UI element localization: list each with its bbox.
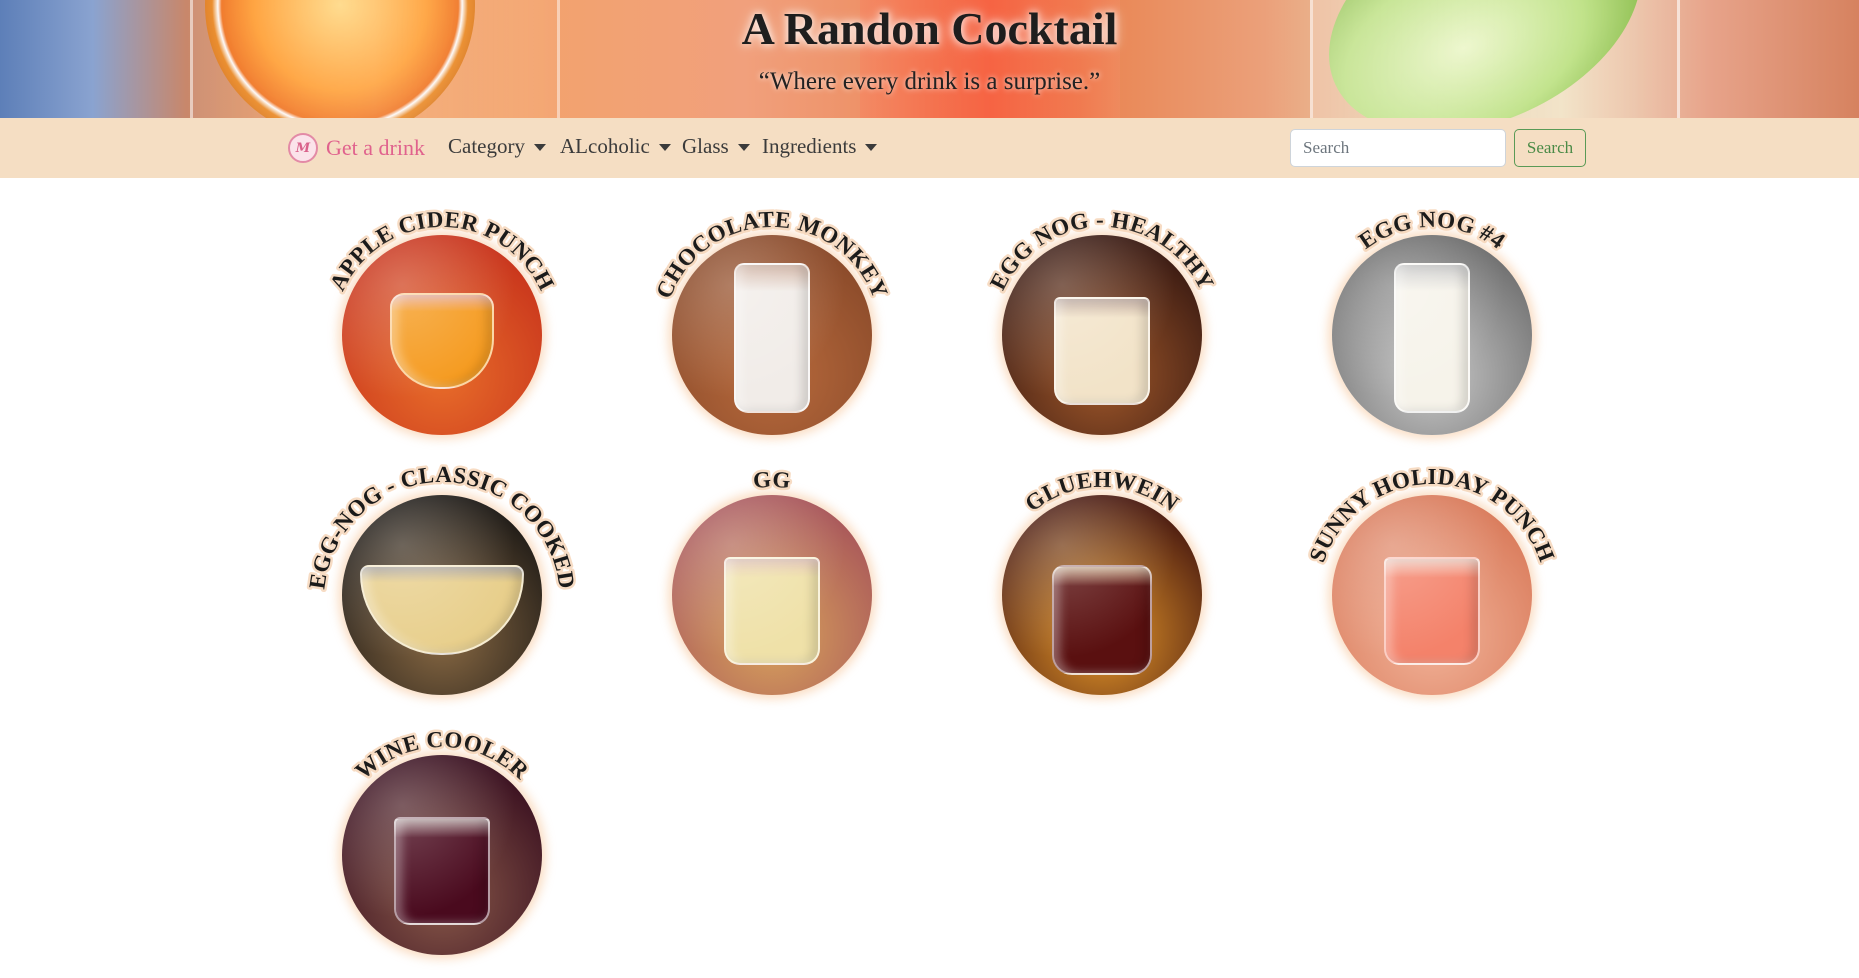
brand-logo-icon: M	[288, 133, 318, 163]
drink-card[interactable]: EGG-NOG - CLASSIC COOKED	[302, 455, 582, 695]
drink-card[interactable]: CHOCOLATE MONKEY	[642, 195, 902, 435]
nav-dropdown-alcoholic[interactable]: ALcoholic	[560, 134, 671, 159]
drink-photo	[1002, 495, 1202, 695]
drink-card[interactable]: SUNNY HOLIDAY PUNCH	[1302, 455, 1562, 695]
drink-photo	[1002, 235, 1202, 435]
caret-down-icon	[533, 144, 546, 151]
search-button[interactable]: Search	[1514, 129, 1586, 167]
nav-dropdown-label: Glass	[682, 134, 729, 158]
drink-photo	[342, 235, 542, 435]
hero-banner: A Randon Cocktail “Where every drink is …	[0, 0, 1859, 118]
drink-photo	[1332, 495, 1532, 695]
brand-label: Get a drink	[326, 135, 425, 160]
drink-card[interactable]: WINE COOLER	[312, 715, 572, 955]
drink-photo	[672, 495, 872, 695]
drink-photo	[342, 495, 542, 695]
drink-card[interactable]: EGG NOG #4	[1302, 195, 1562, 435]
drink-card[interactable]: GLUEHWEIN	[972, 455, 1232, 695]
drink-photo	[1332, 235, 1532, 435]
caret-down-icon	[737, 144, 750, 151]
drink-name: GG	[750, 464, 794, 495]
nav-dropdown-label: ALcoholic	[560, 134, 650, 158]
caret-down-icon	[865, 144, 878, 151]
caret-down-icon	[658, 144, 671, 151]
navbar: M Get a drink Category ALcoholic Glass I…	[0, 118, 1859, 178]
page-title: A Randon Cocktail	[741, 3, 1118, 54]
nav-dropdown-glass[interactable]: Glass	[682, 134, 750, 159]
page-subtitle: “Where every drink is a surprise.”	[758, 68, 1101, 95]
drink-card[interactable]: EGG NOG - HEALTHY	[972, 195, 1232, 435]
search-input[interactable]	[1290, 129, 1506, 167]
nav-dropdown-label: Category	[448, 134, 525, 158]
nav-dropdown-category[interactable]: Category	[448, 134, 546, 159]
nav-dropdown-ingredients[interactable]: Ingredients	[762, 134, 878, 159]
drink-photo	[672, 235, 872, 435]
brand-link[interactable]: M Get a drink	[288, 132, 425, 164]
nav-dropdown-label: Ingredients	[762, 134, 857, 158]
drink-photo	[342, 755, 542, 955]
svg-text:GG: GG	[752, 467, 792, 493]
drink-card[interactable]: GG	[642, 455, 902, 695]
drink-card[interactable]: APPLE CIDER PUNCH	[312, 195, 572, 435]
